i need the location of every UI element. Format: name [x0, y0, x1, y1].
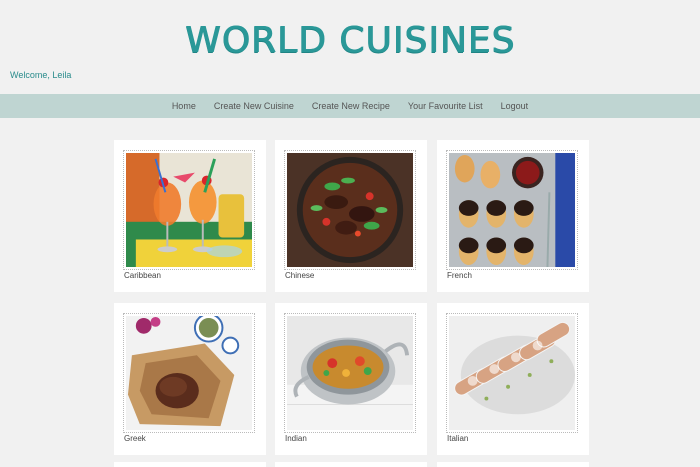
- cuisine-image-frame: [284, 313, 416, 433]
- cuisine-card-indian[interactable]: Indian: [275, 303, 427, 455]
- chinese-dish-image[interactable]: [287, 153, 413, 267]
- main-nav: Home Create New Cuisine Create New Recip…: [0, 94, 700, 118]
- cuisine-label[interactable]: Chinese: [285, 271, 314, 280]
- cuisine-image-frame: [446, 150, 578, 270]
- welcome-message: Welcome, Leila: [10, 70, 72, 80]
- nav-favourite-list-link[interactable]: Your Favourite List: [408, 101, 483, 111]
- caribbean-cocktails-image[interactable]: [126, 153, 252, 267]
- cuisine-label[interactable]: Caribbean: [124, 271, 161, 280]
- cuisine-label[interactable]: Greek: [124, 434, 146, 443]
- cuisine-image-frame: [123, 313, 255, 433]
- cuisine-card-french[interactable]: French: [437, 140, 589, 292]
- cuisine-image-frame: [284, 150, 416, 270]
- cuisine-image-frame: [446, 313, 578, 433]
- cuisine-card-greek[interactable]: Greek: [114, 303, 266, 455]
- cuisine-card-partial[interactable]: [437, 462, 589, 467]
- cuisine-label[interactable]: French: [447, 271, 472, 280]
- cuisine-card-italian[interactable]: Italian: [437, 303, 589, 455]
- cuisine-card-partial[interactable]: [114, 462, 266, 467]
- cuisine-card-caribbean[interactable]: Caribbean: [114, 140, 266, 292]
- cuisine-label[interactable]: Italian: [447, 434, 468, 443]
- cuisine-label[interactable]: Indian: [285, 434, 307, 443]
- header: WORLD CUISINES Welcome, Leila: [0, 0, 700, 94]
- french-madeleines-image[interactable]: [449, 153, 575, 267]
- cuisine-image-frame: [123, 150, 255, 270]
- cuisine-card-chinese[interactable]: Chinese: [275, 140, 427, 292]
- nav-create-recipe-link[interactable]: Create New Recipe: [312, 101, 390, 111]
- site-title: WORLD CUISINES: [184, 20, 516, 61]
- italian-cannoli-image[interactable]: [449, 316, 575, 430]
- indian-curry-image[interactable]: [287, 316, 413, 430]
- greek-dish-image[interactable]: [126, 316, 252, 430]
- nav-logout-link[interactable]: Logout: [501, 101, 529, 111]
- nav-create-cuisine-link[interactable]: Create New Cuisine: [214, 101, 294, 111]
- cuisine-card-partial[interactable]: [275, 462, 427, 467]
- nav-home-link[interactable]: Home: [172, 101, 196, 111]
